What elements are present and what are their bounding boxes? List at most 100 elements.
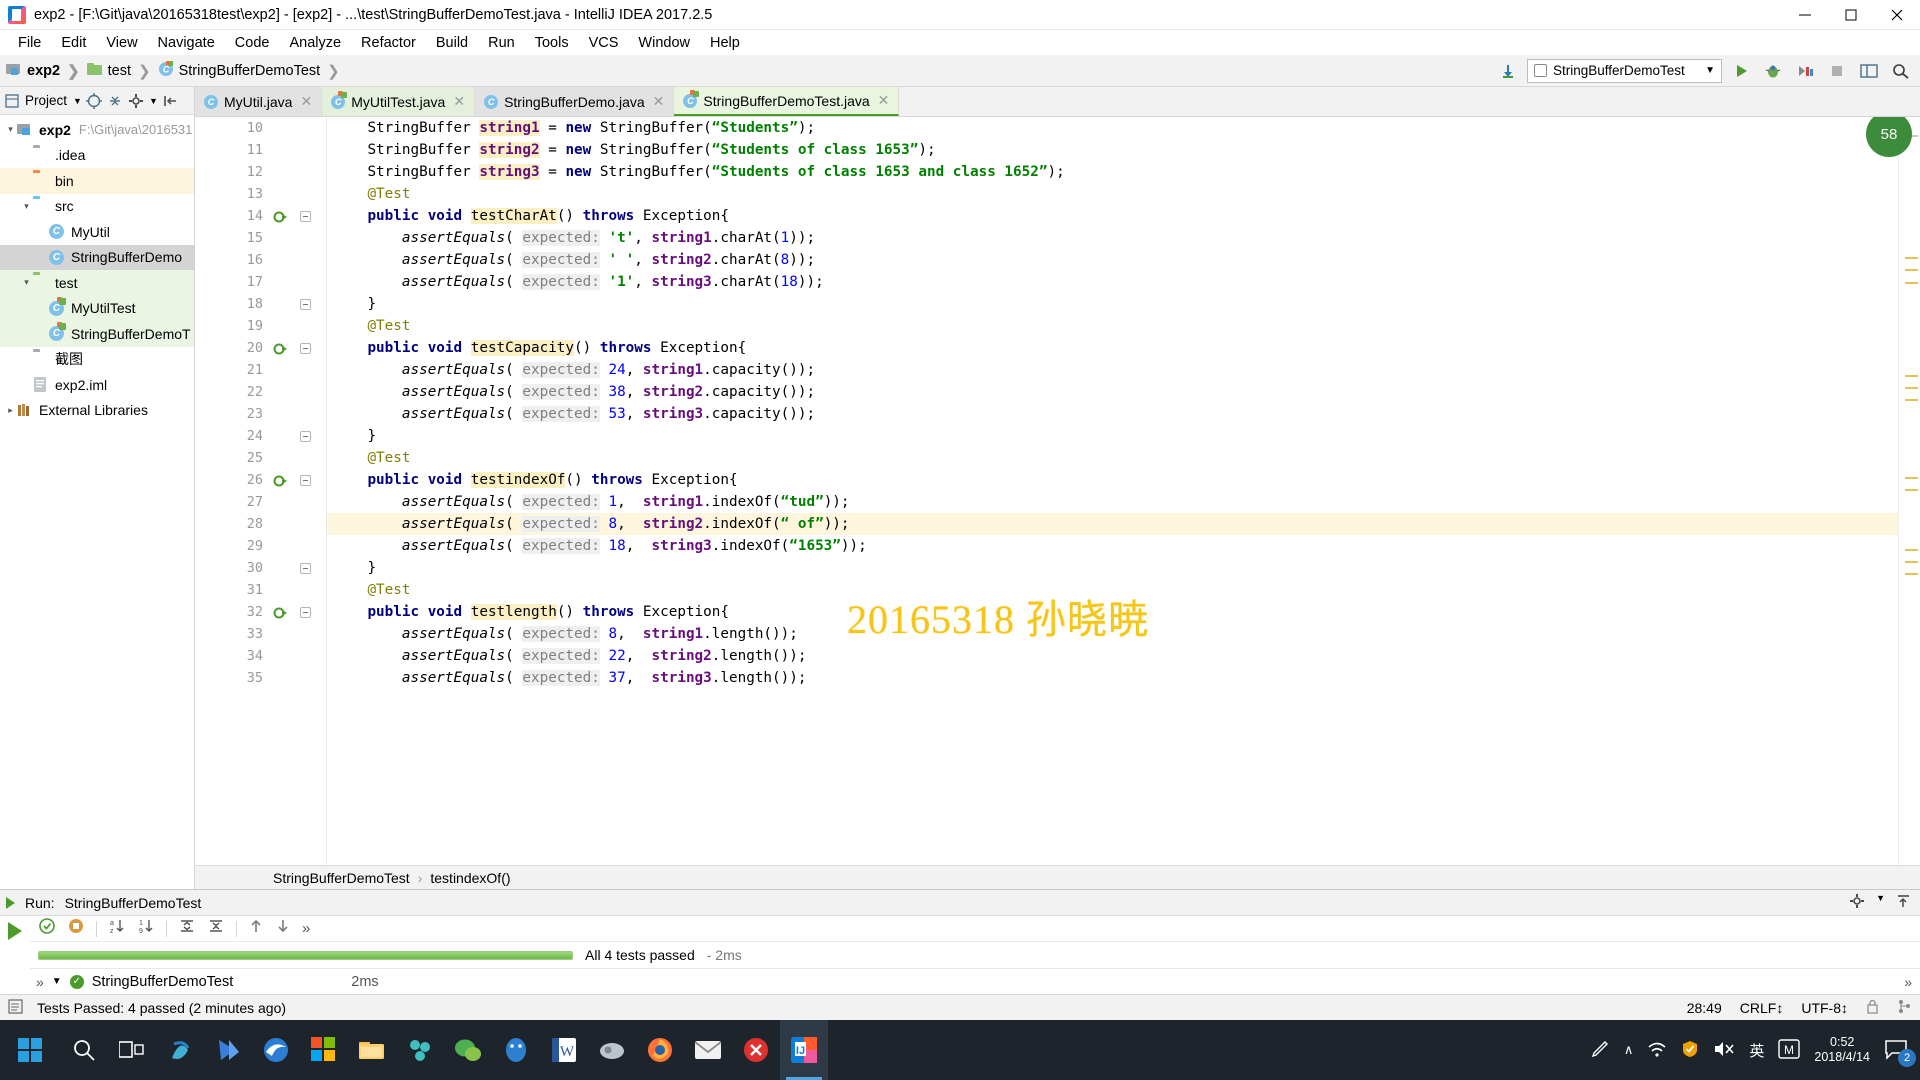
editor-tab-stringbufferdemo-java[interactable]: C StringBufferDemo.java ✕ [475,87,675,116]
tree-item-idea[interactable]: .idea [0,143,194,169]
menu-code[interactable]: Code [225,33,280,53]
hide-icon[interactable] [162,92,179,109]
more-icon[interactable]: » [36,974,44,990]
test-tree-row[interactable]: » ▼ ✓ StringBufferDemoTest 2ms » [30,968,1920,994]
line-separator[interactable]: CRLF↕ [1740,1000,1784,1016]
code-line[interactable]: assertEquals( expected: 24, string1.capa… [327,359,1898,381]
code-line[interactable]: assertEquals( expected: 38, string2.capa… [327,381,1898,403]
microsoft-edge[interactable] [252,1020,300,1080]
close-icon[interactable]: ✕ [653,93,665,110]
code-line[interactable]: } [327,293,1898,315]
code-fold-icon[interactable] [300,210,311,222]
menu-run[interactable]: Run [478,33,525,53]
git-branch-icon[interactable] [1897,999,1912,1017]
chevron-down-icon[interactable]: ▼ [52,976,62,987]
sort-alphabetically-icon[interactable]: az [108,917,126,940]
windows-start-icon[interactable] [0,1038,60,1062]
microsoft-word[interactable]: W [540,1020,588,1080]
project-tree[interactable]: ▾ exp2 F:\Git\java\2016531 .idea bin ▾ src C MyU… [0,115,194,889]
run-side-toolbar[interactable] [0,916,30,994]
code-line[interactable]: @Test [327,183,1898,205]
layout-icon[interactable] [1856,59,1882,83]
project-label[interactable]: Project [25,93,67,108]
code-fold-icon[interactable] [300,430,311,442]
editor-tab-myutil-java[interactable]: C MyUtil.java ✕ [195,87,323,116]
code-line[interactable]: public void testindexOf() throws Excepti… [327,469,1898,491]
menu-build[interactable]: Build [426,33,478,53]
code-line[interactable]: assertEquals( expected: 37, string3.leng… [327,667,1898,689]
menu-edit[interactable]: Edit [51,33,96,53]
menu-refactor[interactable]: Refactor [351,33,426,53]
chevron-down-icon[interactable]: ▼ [149,96,158,106]
gear-icon[interactable] [128,92,145,109]
tree-item-stringbufferdemot[interactable]: C StringBufferDemoT [0,321,194,347]
code-line[interactable]: } [327,557,1898,579]
maximize-button[interactable] [1828,0,1874,30]
tree-expand-arrow-icon[interactable]: ▸ [4,405,17,416]
editor-tab-myutiltest-java[interactable]: C MyUtilTest.java ✕ [322,87,476,116]
code-line[interactable]: @Test [327,447,1898,469]
tree-item-bin[interactable]: bin [0,168,194,194]
rerun-button[interactable] [8,922,22,940]
code-fold-icon[interactable] [300,562,311,574]
run-test-gutter-icon[interactable] [273,474,287,487]
menu-help[interactable]: Help [700,33,750,53]
close-icon[interactable]: ✕ [453,93,465,110]
menu-tools[interactable]: Tools [525,33,579,53]
close-icon[interactable]: ✕ [878,92,890,109]
app-2[interactable] [204,1020,252,1080]
ime-language-indicator[interactable]: 英 [1749,1040,1764,1061]
intellij-idea[interactable]: IJ [780,1020,828,1080]
code-fold-icon[interactable] [300,298,311,310]
menu-navigate[interactable]: Navigate [148,33,225,53]
menu-analyze[interactable]: Analyze [279,33,351,53]
code-line[interactable]: assertEquals( expected: 22, string2.leng… [327,645,1898,667]
tree-expand-arrow-icon[interactable]: ▾ [20,277,33,288]
code-line[interactable]: @Test [327,315,1898,337]
tree-expand-arrow-icon[interactable]: ▾ [4,124,17,135]
tree-item-src[interactable]: ▾ src [0,194,194,220]
windows-ink-icon[interactable] [1590,1039,1610,1062]
code-line[interactable]: assertEquals( expected: 53, string3.capa… [327,403,1898,425]
lock-icon[interactable] [1866,999,1879,1017]
sort-by-duration-icon[interactable]: 19 [137,917,155,940]
code-line[interactable]: assertEquals( expected: 't', string1.cha… [327,227,1898,249]
code-line[interactable]: public void testCharAt() throws Exceptio… [327,205,1898,227]
code-line[interactable]: public void testCapacity() throws Except… [327,337,1898,359]
code-line[interactable]: StringBuffer string3 = new StringBuffer(… [327,161,1898,183]
rerun-tests-icon[interactable] [38,917,56,940]
code-content[interactable]: StringBuffer string1 = new StringBuffer(… [327,117,1898,865]
tree-item-myutiltest[interactable]: C MyUtilTest [0,295,194,321]
collapse-all-icon[interactable] [107,92,124,109]
run-with-coverage-button[interactable] [1792,59,1818,83]
breadcrumb-class[interactable]: C StringBufferDemoTest ❯ [158,61,347,80]
run-button[interactable] [1728,59,1754,83]
run-configuration-selector[interactable]: StringBufferDemoTest ▼ [1527,58,1722,83]
microsoft-store[interactable] [300,1020,348,1080]
code-editor[interactable]: 10 11 12 13 14 15 16 17 18 19 20 21 22 23 24 25 26 27 28 29… [195,117,1920,865]
menu-view[interactable]: View [96,33,147,53]
code-line[interactable]: StringBuffer string1 = new StringBuffer(… [327,117,1898,139]
tree-item-myutil[interactable]: C MyUtil [0,219,194,245]
firefox[interactable] [636,1020,684,1080]
target-icon[interactable] [86,92,103,109]
code-line[interactable]: assertEquals( expected: 8, string2.index… [327,513,1898,535]
menu-vcs[interactable]: VCS [579,33,629,53]
wifi-icon[interactable] [1647,1040,1667,1061]
expand-all-icon[interactable] [178,917,196,940]
editor-markers-gutter[interactable] [267,117,327,865]
stop-button[interactable] [1824,59,1850,83]
tree-item-exp2[interactable]: ▾ exp2 F:\Git\java\2016531 [0,117,194,143]
editor-breadcrumb[interactable]: StringBufferDemoTest › testindexOf() [195,865,1920,889]
code-line[interactable]: assertEquals( expected: ' ', string2.cha… [327,249,1898,271]
error-stripe-gutter[interactable] [1898,117,1920,865]
app-5[interactable] [732,1020,780,1080]
caret-position[interactable]: 28:49 [1687,1000,1722,1016]
more-icon[interactable]: » [1904,974,1920,990]
code-line[interactable]: assertEquals( expected: 1, string1.index… [327,491,1898,513]
code-fold-icon[interactable] [300,606,311,618]
tree-item-[interactable]: 截图 [0,347,194,373]
code-line[interactable]: } [327,425,1898,447]
next-failed-icon[interactable] [275,918,291,939]
prev-failed-icon[interactable] [248,918,264,939]
